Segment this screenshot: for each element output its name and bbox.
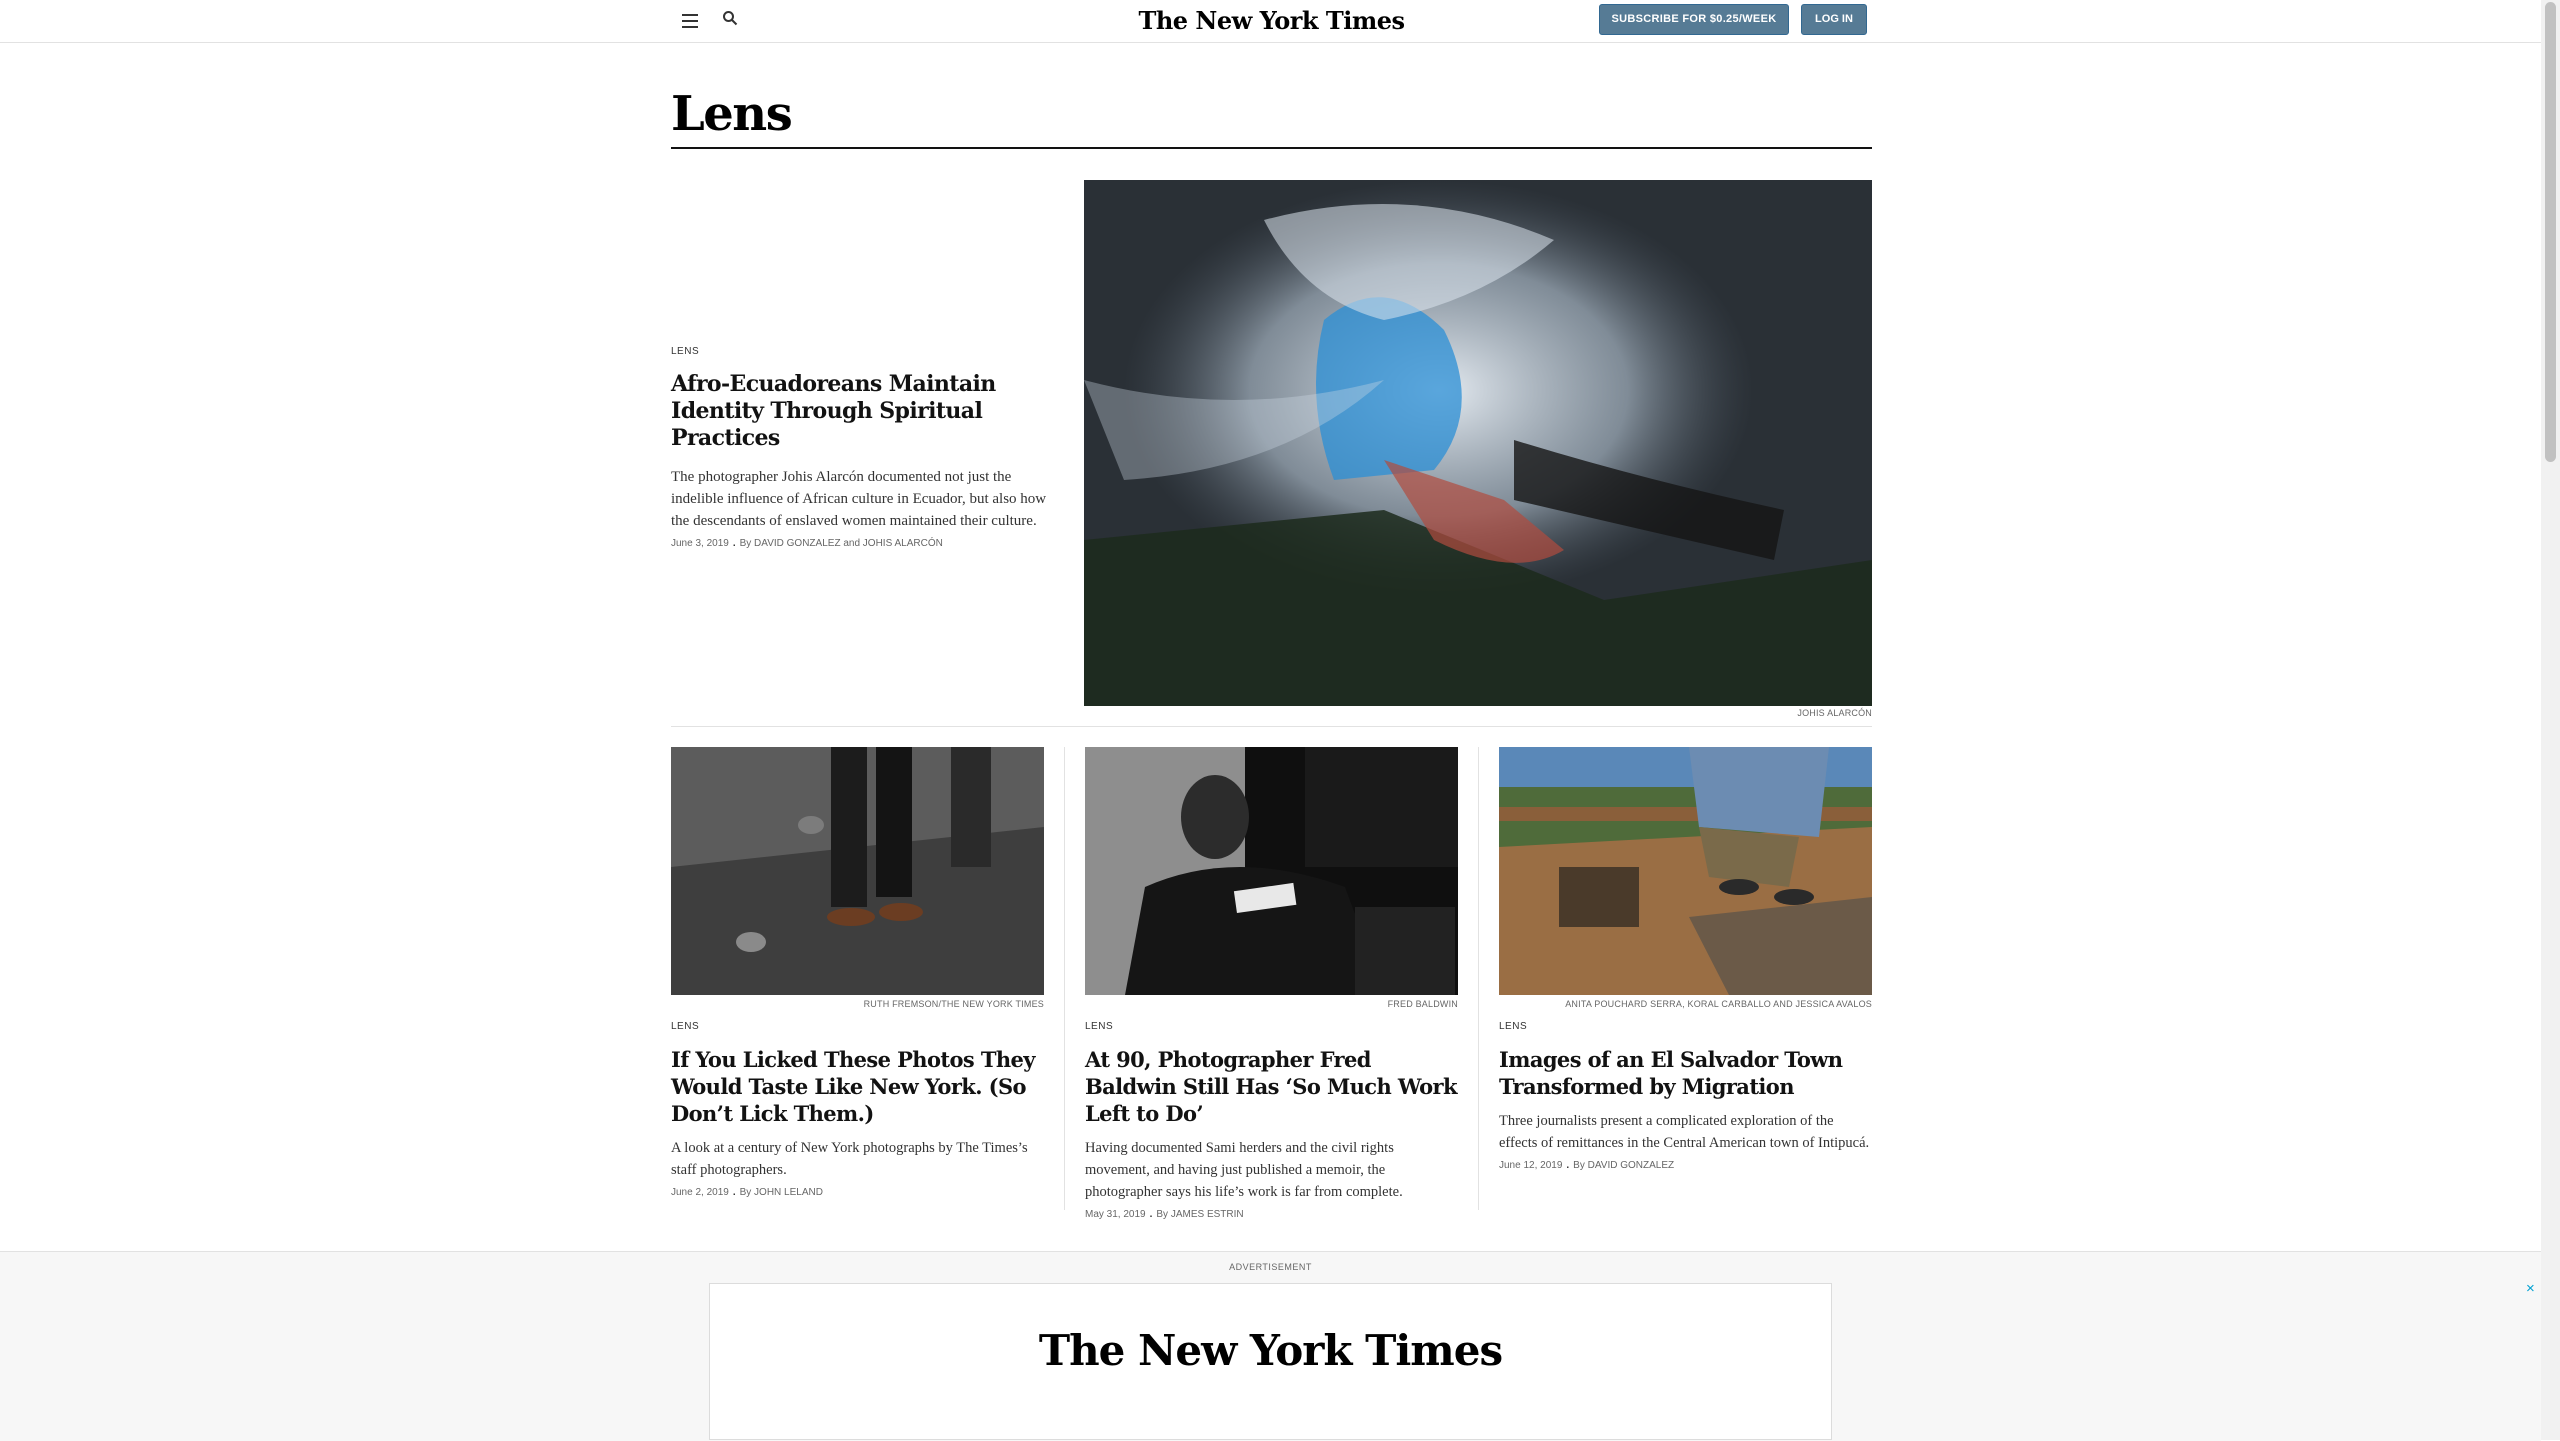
hamburger-menu-icon[interactable]: [680, 10, 700, 30]
lead-divider: [671, 726, 1872, 727]
story-photo[interactable]: [1085, 747, 1458, 995]
byline-separator: .: [1149, 1209, 1153, 1220]
story-date: June 2, 2019: [671, 1187, 729, 1198]
story-authors: By DAVID GONZALEZ: [1573, 1160, 1675, 1171]
lead-headline[interactable]: Afro-Ecuadoreans Maintain Identity Throu…: [671, 371, 1054, 452]
story-photo-credit: ANITA POUCHARD SERRA, KORAL CARBALLO AND…: [1565, 999, 1872, 1009]
ad-logo: The New York Times: [1038, 1326, 1503, 1375]
story-headline[interactable]: At 90, Photographer Fred Baldwin Still H…: [1085, 1046, 1458, 1127]
byline-separator: .: [732, 538, 736, 549]
lead-authors: By DAVID GONZALEZ and JOHIS ALARCÓN: [739, 538, 943, 549]
story-byline: May 31, 2019. By JAMES ESTRIN: [1085, 1209, 1458, 1220]
lead-date: June 3, 2019: [671, 538, 729, 549]
close-icon[interactable]: ×: [2526, 1280, 2535, 1297]
lead-kicker[interactable]: LENS: [671, 346, 1054, 357]
column-divider: [1064, 747, 1065, 1210]
story-date: May 31, 2019: [1085, 1209, 1146, 1220]
story-photo[interactable]: [671, 747, 1044, 995]
story-headline[interactable]: If You Licked These Photos They Would Ta…: [671, 1046, 1044, 1127]
byline-separator: .: [1566, 1160, 1570, 1171]
story-photo-credit: FRED BALDWIN: [1387, 999, 1458, 1009]
column-divider: [1478, 747, 1479, 1210]
ad-banner[interactable]: The New York Times: [709, 1283, 1832, 1440]
lead-byline: June 3, 2019. By DAVID GONZALEZ and JOHIS…: [671, 538, 1054, 549]
ad-label: ADVERTISEMENT: [1229, 1262, 1312, 1272]
story-byline: June 12, 2019. By DAVID GONZALEZ: [1499, 1160, 1872, 1171]
story-authors: By JOHN LELAND: [739, 1187, 823, 1198]
top-navigation-bar: The New York Times SUBSCRIBE FOR $0.25/W…: [0, 0, 2541, 43]
scrollbar-thumb[interactable]: [2545, 2, 2556, 462]
search-icon[interactable]: [722, 10, 742, 30]
lead-photo-credit: JOHIS ALARCÓN: [1797, 708, 1872, 718]
lead-photo[interactable]: [1084, 180, 1872, 706]
subscribe-button[interactable]: SUBSCRIBE FOR $0.25/WEEK: [1599, 4, 1789, 35]
story-card: RUTH FREMSON/THE NEW YORK TIMES LENS If …: [671, 747, 1044, 1198]
story-headline[interactable]: Images of an El Salvador Town Transforme…: [1499, 1046, 1872, 1100]
story-summary: A look at a century of New York photogra…: [671, 1140, 1028, 1178]
masthead-logo[interactable]: The New York Times: [1130, 4, 1413, 38]
section-title: Lens: [671, 86, 793, 142]
vertical-scrollbar[interactable]: [2541, 0, 2560, 1440]
login-button[interactable]: LOG IN: [1801, 4, 1867, 35]
story-card: ANITA POUCHARD SERRA, KORAL CARBALLO AND…: [1499, 747, 1872, 1171]
story-summary: Three journalists present a complicated …: [1499, 1113, 1870, 1151]
story-byline: June 2, 2019. By JOHN LELAND: [671, 1187, 1044, 1198]
story-card: FRED BALDWIN LENS At 90, Photographer Fr…: [1085, 747, 1458, 1220]
story-photo[interactable]: [1499, 747, 1872, 995]
lead-story: LENS Afro-Ecuadoreans Maintain Identity …: [671, 346, 1054, 549]
lead-summary: The photographer Johis Alarcón documente…: [671, 469, 1047, 529]
story-kicker[interactable]: LENS: [1085, 1021, 1458, 1032]
story-photo-credit: RUTH FREMSON/THE NEW YORK TIMES: [863, 999, 1044, 1009]
story-summary: Having documented Sami herders and the c…: [1085, 1140, 1403, 1200]
story-kicker[interactable]: LENS: [671, 1021, 1044, 1032]
story-kicker[interactable]: LENS: [1499, 1021, 1872, 1032]
section-divider: [671, 147, 1872, 149]
byline-separator: .: [732, 1187, 736, 1198]
story-authors: By JAMES ESTRIN: [1156, 1209, 1244, 1220]
story-date: June 12, 2019: [1499, 1160, 1563, 1171]
